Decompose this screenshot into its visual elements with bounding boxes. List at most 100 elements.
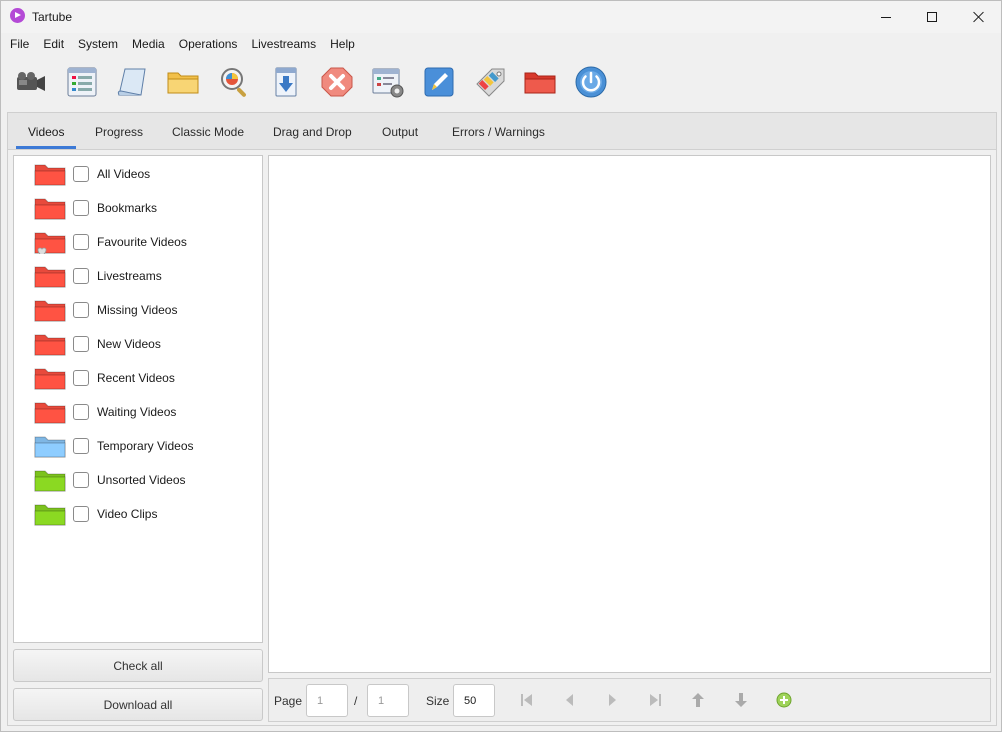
tab-classic-mode[interactable]: Classic Mode — [172, 113, 244, 150]
tab-progress[interactable]: Progress — [95, 113, 143, 150]
tab-drag-and-drop[interactable]: Drag and Drop — [273, 113, 352, 150]
folder-row[interactable]: Waiting Videos — [14, 395, 262, 429]
next-page-button[interactable] — [603, 691, 621, 709]
maximize-icon — [927, 12, 937, 22]
previous-page-button[interactable] — [561, 691, 579, 709]
first-page-button[interactable] — [518, 691, 536, 709]
menu-edit[interactable]: Edit — [43, 37, 64, 51]
folder-checkbox[interactable] — [73, 404, 89, 420]
tartube-logo-icon — [10, 8, 25, 23]
add-button[interactable] — [775, 691, 793, 709]
menu-livestreams[interactable]: Livestreams — [251, 37, 316, 51]
title-bar: Tartube — [1, 1, 1001, 33]
page-number-field[interactable]: 1 — [306, 684, 348, 717]
minimize-icon — [881, 16, 891, 18]
folder-icon — [34, 470, 66, 492]
folder-checkbox[interactable] — [73, 472, 89, 488]
tab-output[interactable]: Output — [382, 113, 418, 150]
folder-checkbox[interactable] — [73, 166, 89, 182]
arrow-down-icon — [735, 693, 747, 707]
folder-checkbox[interactable] — [73, 506, 89, 522]
main-notebook: Videos Progress Classic Mode Drag and Dr… — [7, 112, 997, 726]
folder-row[interactable]: Favourite Videos — [14, 225, 262, 259]
folder-label: New Videos — [97, 337, 161, 351]
page-separator: / — [354, 694, 358, 708]
folder-row[interactable]: Livestreams — [14, 259, 262, 293]
plus-circle-icon — [776, 692, 792, 708]
video-catalogue-pane — [268, 155, 991, 673]
folder-label: Recent Videos — [97, 371, 175, 385]
folder-icon — [34, 232, 66, 254]
menu-operations[interactable]: Operations — [179, 37, 238, 51]
maximize-button[interactable] — [909, 1, 955, 33]
folder-icon — [34, 368, 66, 390]
open-folder-icon — [524, 72, 556, 94]
add-playlist-button[interactable] — [115, 65, 151, 99]
window-title: Tartube — [32, 10, 73, 24]
add-video-button[interactable] — [13, 65, 49, 99]
stop-icon — [321, 67, 353, 97]
folder-icon — [34, 334, 66, 356]
tab-bar: Videos Progress Classic Mode Drag and Dr… — [8, 113, 996, 150]
next-page-icon — [609, 694, 616, 706]
page-total-field: 1 — [367, 684, 409, 717]
arrow-up-icon — [692, 693, 704, 707]
folder-label: Missing Videos — [97, 303, 178, 317]
check-all-button-bottom[interactable]: Check all — [13, 649, 263, 682]
folder-row[interactable]: Recent Videos — [14, 361, 262, 395]
folder-checkbox[interactable] — [73, 234, 89, 250]
quit-icon — [575, 66, 607, 98]
folder-checkbox[interactable] — [73, 200, 89, 216]
app-window: Tartube File Edit System Media Operation… — [0, 0, 1002, 732]
preferences-button[interactable] — [370, 65, 406, 99]
folder-row[interactable]: New Videos — [14, 327, 262, 361]
edit-button[interactable] — [421, 65, 457, 99]
folder-checkbox[interactable] — [73, 268, 89, 284]
menu-file[interactable]: File — [10, 37, 29, 51]
download-all-button-bottom[interactable]: Download all — [13, 688, 263, 721]
folder-label: Livestreams — [97, 269, 162, 283]
folder-label: Waiting Videos — [97, 405, 177, 419]
minimize-button[interactable] — [863, 1, 909, 33]
folder-row[interactable]: Bookmarks — [14, 191, 262, 225]
folder-label: Unsorted Videos — [97, 473, 186, 487]
last-page-button[interactable] — [646, 691, 664, 709]
active-tab-indicator — [16, 146, 76, 149]
open-folder-button[interactable] — [522, 65, 558, 99]
menu-help[interactable]: Help — [330, 37, 355, 51]
folder-checkbox[interactable] — [73, 370, 89, 386]
tab-videos[interactable]: Videos — [28, 113, 64, 150]
menu-media[interactable]: Media — [132, 37, 165, 51]
folder-checkbox[interactable] — [73, 336, 89, 352]
stop-button[interactable] — [319, 65, 355, 99]
add-folder-button[interactable] — [165, 65, 201, 99]
folder-row[interactable]: Temporary Videos — [14, 429, 262, 463]
size-label: Size — [426, 694, 450, 708]
folder-row[interactable]: Video Clips — [14, 497, 262, 531]
scroll-down-button[interactable] — [732, 691, 750, 709]
tab-errors-warnings[interactable]: Errors / Warnings — [452, 113, 545, 150]
menu-system[interactable]: System — [78, 37, 118, 51]
check-all-button[interactable] — [217, 65, 253, 99]
folder-row[interactable]: All Videos — [14, 157, 262, 191]
first-page-icon — [521, 694, 532, 706]
folder-icon — [34, 436, 66, 458]
previous-page-icon — [566, 694, 573, 706]
page-label: Page — [274, 694, 303, 708]
folder-label: Bookmarks — [97, 201, 158, 215]
add-channel-button[interactable] — [64, 65, 100, 99]
page-size-field[interactable]: 50 — [453, 684, 495, 717]
tags-button[interactable] — [472, 65, 508, 99]
folder-list: All Videos Bookmarks Favourite Videos Lives… — [13, 155, 263, 643]
scroll-up-button[interactable] — [689, 691, 707, 709]
folder-checkbox[interactable] — [73, 438, 89, 454]
folder-row[interactable]: Unsorted Videos — [14, 463, 262, 497]
folder-checkbox[interactable] — [73, 302, 89, 318]
download-all-button[interactable] — [268, 65, 304, 99]
folder-label: All Videos — [97, 167, 151, 181]
download-all-icon — [275, 67, 297, 97]
folder-label: Video Clips — [97, 507, 158, 521]
quit-button[interactable] — [573, 65, 609, 99]
folder-row[interactable]: Missing Videos — [14, 293, 262, 327]
close-button[interactable] — [955, 1, 1001, 33]
